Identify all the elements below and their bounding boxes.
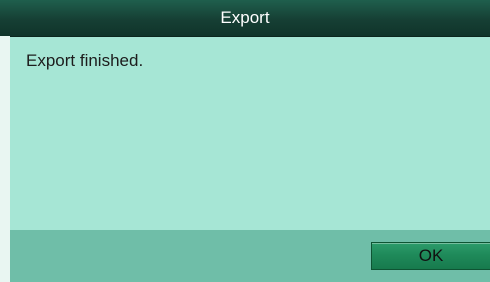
ok-button[interactable]: OK <box>371 242 490 270</box>
export-dialog: Export Export finished. OK <box>0 0 490 282</box>
dialog-title: Export <box>0 0 490 37</box>
status-message: Export finished. <box>26 51 144 70</box>
dialog-left-edge <box>0 36 10 282</box>
